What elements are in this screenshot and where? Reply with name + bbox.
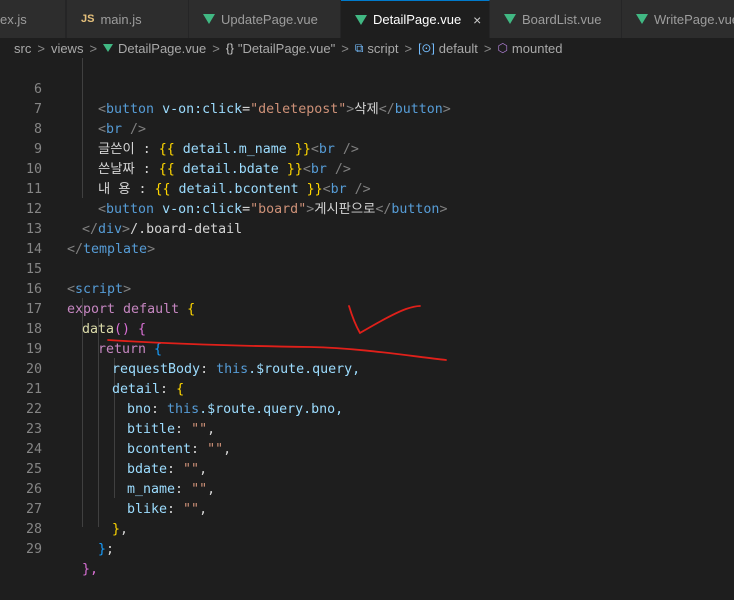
breadcrumb-script[interactable]: script — [367, 41, 398, 56]
code-line: 6 <button v-on:click="deletepost">삭제</bu… — [0, 60, 734, 117]
code-line: 22 btitle: "", — [0, 380, 734, 437]
code-line: 10 내 용 : {{ detail.bcontent }}<br /> — [0, 140, 734, 197]
code-line: 20 detail: { — [0, 340, 734, 397]
close-icon[interactable]: × — [473, 12, 481, 28]
tab-update-page[interactable]: UpdatePage.vue — [189, 0, 341, 38]
cube-icon: ⬡ — [497, 41, 508, 55]
tab-label: UpdatePage.vue — [221, 11, 318, 27]
breadcrumb-views[interactable]: views — [51, 41, 84, 56]
vue-icon — [636, 14, 648, 24]
vue-icon — [504, 14, 516, 24]
code-line: 25 m_name: "", — [0, 440, 734, 497]
breadcrumb-src[interactable]: src — [14, 41, 31, 56]
chevron-right-icon: > — [212, 40, 220, 56]
chevron-right-icon: > — [37, 40, 45, 56]
code-line: 7 <br /> — [0, 80, 734, 137]
code-line: 18 return { — [0, 300, 734, 357]
tab-label: ex.js — [0, 11, 27, 27]
code-line: 13 </template> — [0, 200, 734, 257]
tab-label: DetailPage.vue — [373, 12, 462, 27]
tab-board-list[interactable]: BoardList.vue — [490, 0, 622, 38]
code-line: 21 bno: this.$route.query.bno, — [0, 360, 734, 417]
breadcrumb-module[interactable]: "DetailPage.vue" — [238, 41, 335, 56]
code-line: 12 </div>/.board-detail — [0, 180, 734, 237]
code-line: 11 <button v-on:click="board">게시판으로</but… — [0, 160, 734, 217]
line-number: 29 — [25, 542, 42, 557]
code-line: 15 <script> — [0, 240, 734, 297]
breadcrumb-default[interactable]: default — [439, 41, 478, 56]
vue-icon — [203, 14, 215, 24]
code-line: 8 글쓴이 : {{ detail.m_name }}<br /> — [0, 100, 734, 157]
chevron-right-icon: > — [89, 40, 98, 56]
tab-label: main.js — [100, 11, 142, 27]
tab-index-js[interactable]: ex.js — [0, 0, 66, 38]
chevron-right-icon: > — [341, 40, 349, 56]
tab-bar: ex.js JS main.js UpdatePage.vue DetailPa… — [0, 0, 734, 39]
breadcrumb-mounted[interactable]: mounted — [512, 41, 563, 56]
tab-detail-page[interactable]: DetailPage.vue × — [341, 0, 490, 38]
tab-write-page[interactable]: WritePage.vue — [622, 0, 734, 38]
breadcrumb: src > views > DetailPage.vue > {} "Detai… — [0, 38, 734, 58]
code-line: 14 — [0, 220, 734, 257]
code-line: 23 bcontent: "", — [0, 400, 734, 457]
chevron-right-icon: > — [483, 40, 492, 56]
tag-icon: ⧉ — [354, 40, 364, 55]
vue-icon — [103, 44, 114, 52]
code-line: 19 requestBody: this.$route.query, — [0, 320, 734, 377]
code-line: 26 blike: "", — [0, 460, 734, 517]
code-line: 24 bdate: "", — [0, 420, 734, 477]
field-icon: [⊙] — [418, 41, 435, 55]
breadcrumb-file[interactable]: DetailPage.vue — [118, 41, 206, 56]
code-line: 28 }; — [0, 500, 734, 557]
tab-label: WritePage.vue — [654, 11, 734, 27]
tab-label: BoardList.vue — [522, 11, 602, 27]
braces-icon: {} — [225, 41, 234, 55]
js-icon: JS — [81, 13, 95, 25]
code-line: 9 쓴날짜 : {{ detail.bdate }}<br /> — [0, 120, 734, 177]
code-editor[interactable]: 6 <button v-on:click="deletepost">삭제</bu… — [0, 58, 734, 577]
code-line: 16 export default { — [0, 260, 734, 317]
code-line: 27 }, — [0, 480, 734, 537]
chevron-right-icon: > — [404, 40, 413, 56]
code-line: 17 data() { — [0, 280, 734, 337]
tab-main-js[interactable]: JS main.js — [67, 0, 189, 38]
vue-icon — [355, 14, 367, 25]
code-line: 29 }, — [0, 520, 734, 577]
